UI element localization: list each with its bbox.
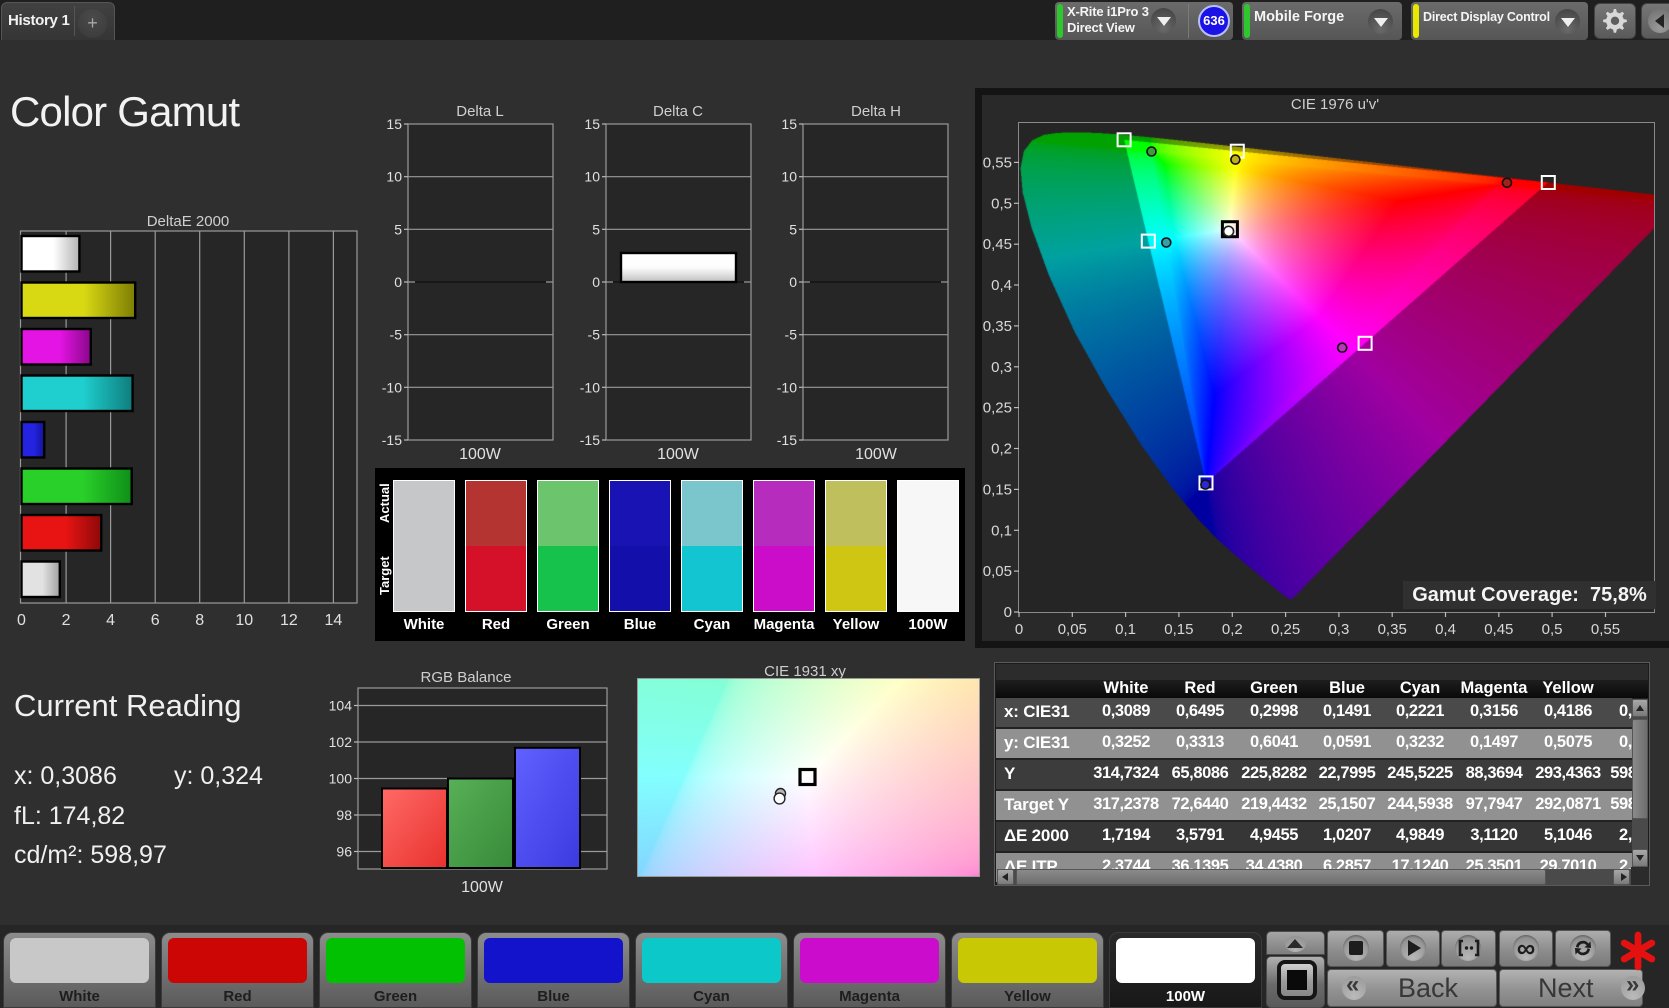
svg-text:5: 5 <box>394 221 402 237</box>
svg-text:-10: -10 <box>580 379 600 395</box>
svg-text:4: 4 <box>106 612 115 629</box>
svg-text:15: 15 <box>386 116 402 132</box>
svg-text:15: 15 <box>584 116 600 132</box>
svg-text:0,35: 0,35 <box>983 318 1012 335</box>
svg-text:0,5: 0,5 <box>1542 621 1563 638</box>
svg-text:8: 8 <box>195 612 204 629</box>
svg-text:0,3: 0,3 <box>991 359 1012 376</box>
svg-text:Delta C: Delta C <box>653 103 703 120</box>
svg-text:5: 5 <box>592 221 600 237</box>
svg-text:Delta L: Delta L <box>456 103 504 120</box>
svg-text:12: 12 <box>280 612 298 629</box>
svg-text:100W: 100W <box>657 446 700 463</box>
svg-text:RGB Balance: RGB Balance <box>421 669 512 686</box>
svg-text:0,4: 0,4 <box>1435 621 1456 638</box>
svg-text:-5: -5 <box>785 327 798 343</box>
svg-text:DeltaE 2000: DeltaE 2000 <box>147 213 230 230</box>
svg-text:100W: 100W <box>855 446 898 463</box>
svg-text:0,05: 0,05 <box>1058 621 1087 638</box>
svg-text:6: 6 <box>151 612 160 629</box>
svg-text:0,45: 0,45 <box>983 236 1012 253</box>
svg-text:0,1: 0,1 <box>991 522 1012 539</box>
svg-text:-15: -15 <box>777 432 797 448</box>
svg-text:100W: 100W <box>461 879 504 896</box>
svg-text:10: 10 <box>386 169 402 185</box>
svg-text:0: 0 <box>1015 621 1023 638</box>
svg-text:-10: -10 <box>382 379 402 395</box>
svg-text:10: 10 <box>781 169 797 185</box>
svg-text:10: 10 <box>584 169 600 185</box>
svg-text:-15: -15 <box>580 432 600 448</box>
svg-text:104: 104 <box>329 698 353 714</box>
svg-text:0: 0 <box>394 274 402 290</box>
svg-text:-5: -5 <box>588 327 601 343</box>
svg-text:0: 0 <box>789 274 797 290</box>
svg-text:5: 5 <box>789 221 797 237</box>
svg-text:10: 10 <box>235 612 253 629</box>
svg-text:0,25: 0,25 <box>1271 621 1300 638</box>
svg-text:Delta H: Delta H <box>851 103 901 120</box>
svg-text:0,15: 0,15 <box>1164 621 1193 638</box>
svg-text:2: 2 <box>62 612 71 629</box>
svg-text:0,45: 0,45 <box>1484 621 1513 638</box>
svg-text:0,5: 0,5 <box>991 195 1012 212</box>
svg-text:0,3: 0,3 <box>1328 621 1349 638</box>
svg-text:0: 0 <box>17 612 26 629</box>
svg-text:98: 98 <box>336 807 352 823</box>
svg-text:0,35: 0,35 <box>1378 621 1407 638</box>
svg-text:0: 0 <box>1004 604 1012 621</box>
svg-text:102: 102 <box>329 734 353 750</box>
svg-text:0,2: 0,2 <box>1222 621 1243 638</box>
svg-text:14: 14 <box>325 612 343 629</box>
svg-text:100W: 100W <box>459 446 502 463</box>
svg-text:-15: -15 <box>382 432 402 448</box>
svg-text:0: 0 <box>592 274 600 290</box>
svg-text:0,55: 0,55 <box>1591 621 1620 638</box>
svg-text:96: 96 <box>336 844 352 860</box>
svg-text:0,4: 0,4 <box>991 277 1012 294</box>
svg-text:-10: -10 <box>777 379 797 395</box>
svg-text:100: 100 <box>329 771 353 787</box>
svg-text:0,15: 0,15 <box>983 481 1012 498</box>
svg-text:0,2: 0,2 <box>991 441 1012 458</box>
svg-text:0,25: 0,25 <box>983 400 1012 417</box>
svg-text:15: 15 <box>781 116 797 132</box>
svg-text:0,1: 0,1 <box>1115 621 1136 638</box>
svg-text:0,55: 0,55 <box>983 154 1012 171</box>
svg-text:0,05: 0,05 <box>983 563 1012 580</box>
svg-text:-5: -5 <box>390 327 403 343</box>
